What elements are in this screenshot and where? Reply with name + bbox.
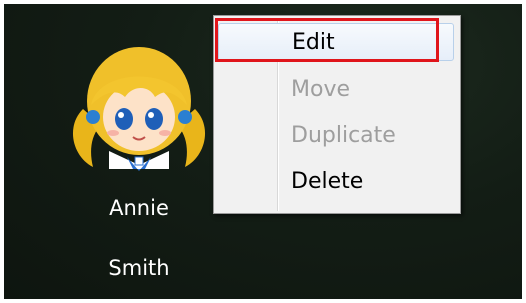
contact-tile[interactable]: Annie Smith [59, 39, 219, 289]
menu-item-move[interactable]: Move [218, 71, 454, 109]
contact-first-name: Annie [109, 196, 169, 220]
menu-item-delete[interactable]: Delete [218, 163, 454, 201]
cartoon-girl-avatar-icon [72, 47, 206, 171]
menu-item-duplicate-label: Duplicate [291, 123, 396, 148]
contact-last-name: Smith [108, 256, 170, 280]
menu-item-delete-label: Delete [291, 169, 364, 194]
menu-item-duplicate[interactable]: Duplicate [218, 117, 454, 155]
edit-highlight-box [215, 18, 439, 62]
menu-item-move-label: Move [291, 77, 350, 102]
